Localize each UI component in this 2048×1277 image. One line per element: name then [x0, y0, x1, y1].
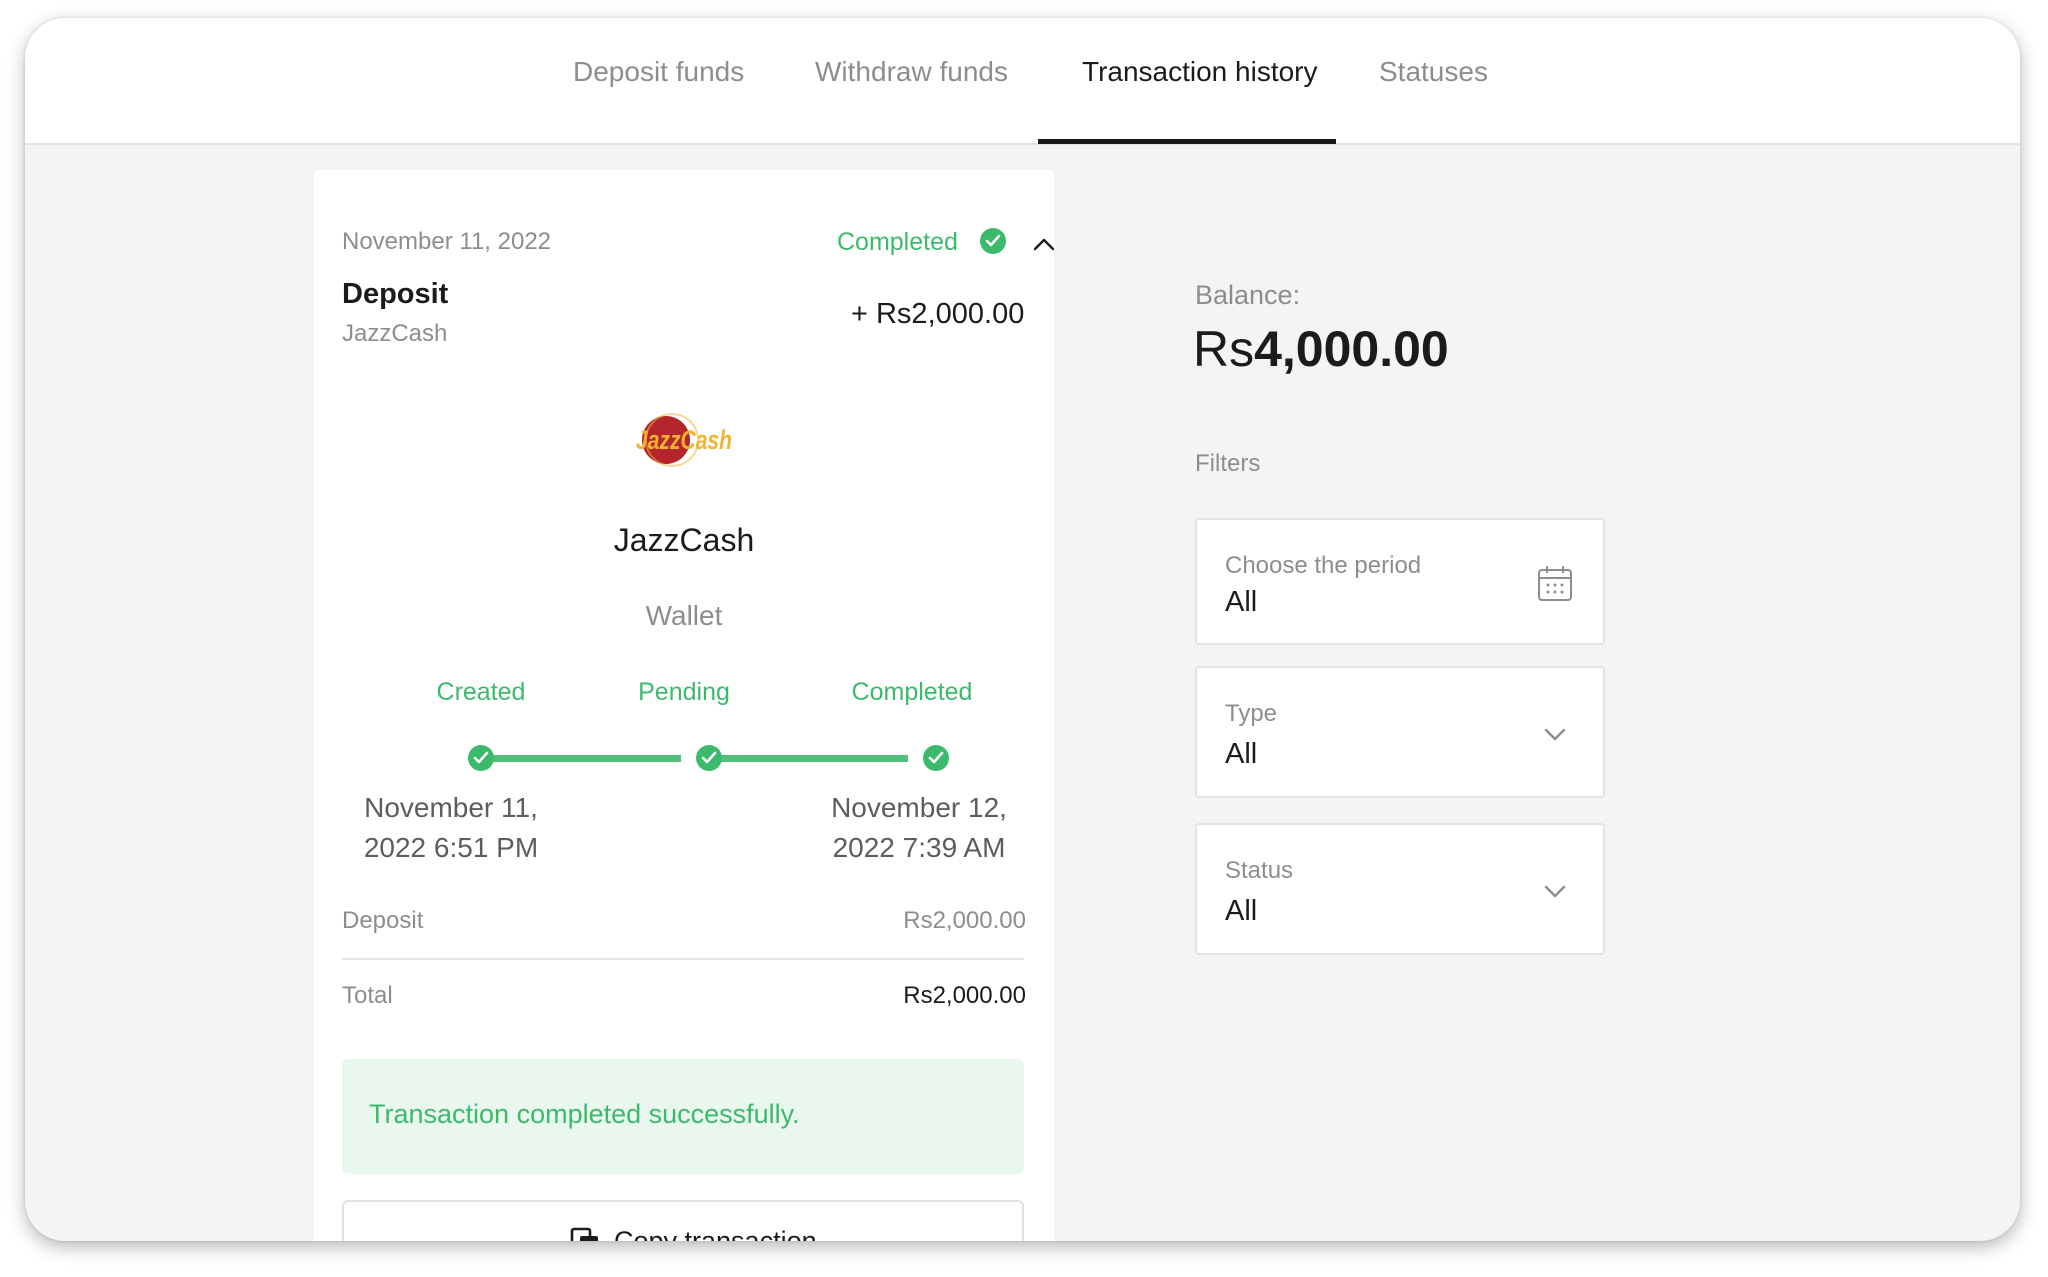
- status-check-icon: [980, 228, 1006, 254]
- copy-transaction-button[interactable]: Copy transaction: [342, 1200, 1024, 1241]
- copy-transaction-label: Copy transaction: [614, 1226, 817, 1241]
- jazzcash-logo: JazzCash: [632, 405, 736, 475]
- step-created-label: Created: [436, 678, 526, 706]
- step-pending-label: Pending: [638, 678, 730, 706]
- step-created-check-icon: [468, 745, 494, 771]
- balance-label: Balance:: [1195, 280, 1301, 310]
- chevron-down-icon: [1541, 720, 1569, 748]
- step-created-date: November 11, 2022 6:51 PM: [351, 788, 551, 868]
- summary-divider: [342, 958, 1024, 960]
- tab-statuses[interactable]: Statuses: [1379, 56, 1488, 146]
- transaction-method: JazzCash: [342, 320, 448, 347]
- step-completed-date-line2: 2022 7:39 AM: [832, 832, 1006, 863]
- type-filter-value: All: [1225, 738, 1258, 770]
- transaction-amount: + Rs2,000.00: [851, 298, 1025, 330]
- status-filter-label: Status: [1225, 857, 1294, 884]
- summary-total-label: Total: [342, 982, 393, 1009]
- chevron-down-icon: [1541, 877, 1569, 905]
- provider-category: Wallet: [645, 600, 723, 631]
- status-label: Completed: [837, 228, 958, 256]
- collapse-chevron-up-icon[interactable]: [1028, 228, 1060, 260]
- progress-line-2: [698, 755, 908, 762]
- type-filter-label: Type: [1225, 700, 1278, 727]
- tab-transaction-history[interactable]: Transaction history: [1082, 56, 1318, 146]
- step-pending-check-icon: [696, 745, 722, 771]
- success-message: Transaction completed successfully.: [369, 1099, 800, 1129]
- period-filter-value: All: [1225, 586, 1258, 618]
- success-banner: Transaction completed successfully.: [342, 1059, 1024, 1174]
- status-filter-value: All: [1225, 895, 1258, 927]
- status-filter[interactable]: Status All: [1195, 823, 1605, 955]
- step-completed-date: November 12, 2022 7:39 AM: [814, 788, 1024, 868]
- period-filter-label: Choose the period: [1225, 552, 1422, 579]
- summary-deposit-label: Deposit: [342, 907, 424, 934]
- transaction-card: November 11, 2022 Completed Deposit Jazz…: [314, 170, 1055, 1241]
- step-created-date-line2: 2022 6:51 PM: [363, 832, 539, 863]
- period-filter[interactable]: Choose the period All: [1195, 518, 1605, 645]
- tab-deposit-funds[interactable]: Deposit funds: [573, 56, 744, 146]
- transaction-type: Deposit: [342, 278, 449, 310]
- balance-currency: Rs: [1193, 321, 1255, 377]
- progress-line-1: [481, 755, 681, 762]
- step-created-date-line1: November 11,: [364, 792, 538, 823]
- active-tab-indicator: [1038, 139, 1336, 144]
- app-window: Deposit funds Withdraw funds Transaction…: [25, 18, 2020, 1241]
- transaction-date: November 11, 2022: [342, 228, 552, 255]
- summary-deposit-value: Rs2,000.00: [903, 907, 1026, 934]
- top-navigation: Deposit funds Withdraw funds Transaction…: [25, 18, 2020, 145]
- step-completed-date-line1: November 12,: [831, 792, 1007, 823]
- step-completed-label: Completed: [851, 678, 973, 706]
- type-filter[interactable]: Type All: [1195, 666, 1605, 798]
- calendar-icon[interactable]: [1537, 564, 1573, 602]
- jazzcash-logo-text: JazzCash: [636, 425, 732, 455]
- tab-withdraw-funds[interactable]: Withdraw funds: [815, 56, 1008, 146]
- balance-amount: Rs4,000.00: [1193, 320, 1449, 378]
- balance-value: 4,000.00: [1254, 321, 1449, 377]
- provider-name: JazzCash: [613, 522, 755, 558]
- summary-total-value: Rs2,000.00: [903, 982, 1026, 1009]
- copy-icon: [569, 1226, 601, 1241]
- filters-title: Filters: [1195, 450, 1261, 477]
- step-completed-check-icon: [923, 745, 949, 771]
